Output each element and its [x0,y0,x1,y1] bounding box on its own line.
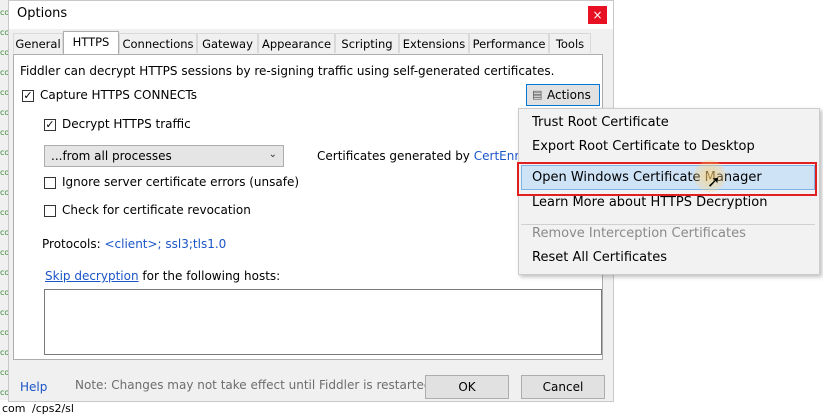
tab-connections[interactable]: Connections [119,33,197,53]
actions-button[interactable]: ▤ Actions [526,84,600,106]
background-path-fragment: /cps2/sl [32,402,74,415]
ignore-cert-errors-checkbox[interactable] [44,177,56,189]
tab-scripting[interactable]: Scripting [335,33,399,53]
close-button[interactable]: × [588,6,607,24]
menu-item-remove-certs[interactable]: Remove Interception Certificates [532,226,746,241]
tab-performance[interactable]: Performance [469,33,549,53]
protocols-link[interactable]: <client>; ssl3;tls1.0 [104,237,226,251]
menu-item-learn-more[interactable]: Learn More about HTTPS Decryption [532,195,767,210]
restart-note: Note: Changes may not take effect until … [75,378,436,392]
dialog-titlebar: Options × [9,1,613,29]
annotation-highlight-box [517,162,817,196]
skip-decryption-link[interactable]: Skip decryption [45,269,139,283]
ignore-cert-errors-label: Ignore server certificate errors (unsafe… [62,175,300,189]
dialog-title: Options [17,6,68,21]
tab-appearance[interactable]: Appearance [258,33,335,53]
actions-button-label: Actions [547,88,591,102]
tab-tools[interactable]: Tools [549,33,591,53]
capture-https-checkbox[interactable]: ✓ [22,90,34,102]
ok-button[interactable]: OK [425,375,509,399]
close-icon: × [592,8,603,22]
checkmark-icon: ✓ [23,89,33,102]
tab-gateway[interactable]: Gateway [197,33,258,53]
decrypt-https-label: Decrypt HTTPS traffic [62,117,191,131]
protocols-row: Protocols: <client>; ssl3;tls1.0 [42,237,226,251]
skip-decryption-row: Skip decryption for the following hosts: [45,269,280,283]
check-revocation-label: Check for certificate revocation [62,203,251,217]
help-link[interactable]: Help [20,380,47,394]
check-revocation-checkbox[interactable] [44,205,56,217]
tab-general[interactable]: General [13,33,63,53]
cert-generated-text: Certificates generated by CertEnroll [317,149,533,163]
menu-separator [521,224,815,225]
protocols-label: Protocols: [42,237,101,251]
skip-hosts-textarea[interactable] [44,289,602,355]
capture-https-label: Capture HTTPS CONNECTs [40,88,198,102]
menu-item-reset-certs[interactable]: Reset All Certificates [532,250,667,265]
checkmark-icon: ✓ [45,118,55,131]
https-panel: Fiddler can decrypt HTTPS sessions by re… [13,54,603,360]
https-intro-text: Fiddler can decrypt HTTPS sessions by re… [20,64,555,78]
background-host-fragment: com [2,402,26,415]
cancel-button[interactable]: Cancel [521,375,605,399]
menu-item-trust-root[interactable]: Trust Root Certificate [532,115,669,130]
menu-item-export-root[interactable]: Export Root Certificate to Desktop [532,139,755,154]
chevron-down-icon: ⌄ [268,149,277,160]
background-statusbar: com /cps2/sl [0,400,823,417]
cert-generated-prefix: Certificates generated by [317,149,470,163]
process-filter-dropdown[interactable]: ...from all processes ⌄ [44,145,284,167]
tab-https[interactable]: HTTPS [63,31,119,54]
decrypt-https-checkbox[interactable]: ✓ [44,119,56,131]
process-filter-value: ...from all processes [51,149,172,163]
tab-extensions[interactable]: Extensions [399,33,469,53]
mouse-cursor-icon: ➚ [707,172,721,191]
skip-decryption-label: for the following hosts: [142,269,281,283]
certificate-icon: ▤ [532,88,543,101]
